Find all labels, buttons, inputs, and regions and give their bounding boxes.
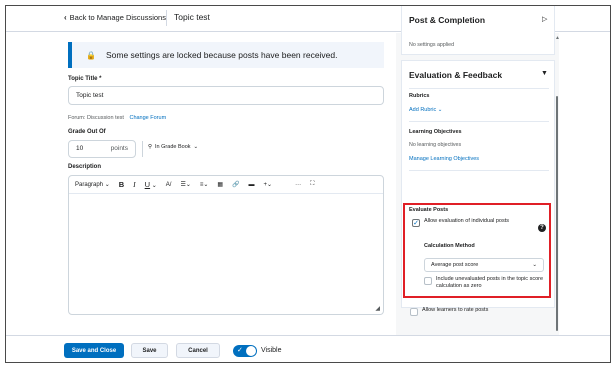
learning-objectives-label: Learning Objectives xyxy=(409,129,462,135)
back-link[interactable]: ‹ Back to Manage Discussions xyxy=(64,13,166,22)
evaluate-posts-label: Evaluate Posts xyxy=(409,207,449,213)
align-icon[interactable]: ☰⌄ xyxy=(180,181,190,188)
lock-icon: 🔒 xyxy=(86,50,96,60)
more-options-button[interactable]: ··· xyxy=(295,182,301,188)
calculation-method-value: Average post score xyxy=(431,262,479,268)
back-link-label: Back to Manage Discussions xyxy=(69,13,166,22)
grade-out-of-label: Grade Out Of xyxy=(68,129,106,135)
allow-eval-checkbox[interactable]: ✓ xyxy=(412,219,420,227)
text-color-icon[interactable]: A/ xyxy=(166,182,172,188)
allow-rate-checkbox[interactable] xyxy=(410,308,418,316)
grade-divider xyxy=(142,141,143,157)
lock-message: Some settings are locked because posts h… xyxy=(105,50,338,60)
check-icon: ✓ xyxy=(237,347,243,354)
chevron-down-icon: ⌄ xyxy=(532,262,537,268)
save-and-close-button[interactable]: Save and Close xyxy=(64,343,124,358)
calculation-method-select[interactable]: Average post score ⌄ xyxy=(424,258,544,272)
allow-rate-label: Allow learners to rate posts xyxy=(422,307,489,313)
description-editor[interactable]: Paragraph ⌄ B I U ⌄ A/ ☰⌄ ≡⌄ ▦ 🔗 ▬ +⌄ ··… xyxy=(68,175,384,315)
post-completion-title[interactable]: Post & Completion xyxy=(409,15,485,25)
grade-value: 10 xyxy=(76,145,84,152)
grade-book-label: In Grade Book xyxy=(155,144,191,150)
app-frame: ‹ Back to Manage Discussions Topic test … xyxy=(5,5,611,363)
chevron-left-icon: ‹ xyxy=(64,13,67,22)
cancel-button[interactable]: Cancel xyxy=(176,343,220,358)
grade-book-icon: ⚲ xyxy=(148,144,153,150)
grade-input[interactable]: 10 points xyxy=(68,140,136,158)
visible-label: Visible xyxy=(261,347,282,354)
divider xyxy=(409,121,549,122)
main-form: 🔒 Some settings are locked because posts… xyxy=(6,33,396,335)
help-icon[interactable]: ? xyxy=(538,224,546,232)
image-icon[interactable]: ▬ xyxy=(249,182,255,188)
visible-toggle[interactable]: ✓ xyxy=(233,345,257,357)
lock-alert: 🔒 Some settings are locked because posts… xyxy=(68,42,384,68)
rubrics-label: Rubrics xyxy=(409,93,430,99)
underline-button[interactable]: U ⌄ xyxy=(145,180,157,189)
chevron-down-icon: ⌄ xyxy=(193,144,199,150)
include-unevaluated-checkbox[interactable] xyxy=(424,277,432,285)
change-forum-link[interactable]: Change Forum xyxy=(129,115,166,121)
save-button[interactable]: Save xyxy=(131,343,168,358)
insert-more-icon[interactable]: +⌄ xyxy=(264,181,273,188)
forum-text: Forum: Discussion test xyxy=(68,115,124,121)
bold-button[interactable]: B xyxy=(119,180,124,189)
description-label: Description xyxy=(68,164,102,170)
manage-objectives-link[interactable]: Manage Learning Objectives xyxy=(409,156,479,162)
post-completion-status: No settings applied xyxy=(409,42,455,48)
toggle-knob xyxy=(246,346,256,356)
no-objectives-text: No learning objectives xyxy=(409,142,462,148)
allow-eval-label: Allow evaluation of individual posts xyxy=(424,218,509,224)
list-icon[interactable]: ≡⌄ xyxy=(200,181,209,188)
italic-button[interactable]: I xyxy=(133,180,136,189)
forum-line: Forum: Discussion test Change Forum xyxy=(68,115,166,121)
fullscreen-icon[interactable]: ⛶ xyxy=(310,181,314,188)
divider xyxy=(409,170,549,171)
page-title: Topic test xyxy=(174,12,210,22)
expand-icon[interactable]: ▷ xyxy=(542,15,547,23)
calculation-method-label: Calculation Method xyxy=(424,243,475,249)
breadcrumb-divider xyxy=(166,10,167,26)
scroll-up-icon[interactable]: ▲ xyxy=(555,35,560,41)
collapse-icon[interactable]: ▼ xyxy=(541,70,548,77)
add-rubric-link[interactable]: Add Rubric ⌄ xyxy=(409,107,442,113)
resize-handle-icon[interactable]: ◢ xyxy=(375,305,380,312)
topic-title-label: Topic Title * xyxy=(68,76,102,82)
evaluation-feedback-title[interactable]: Evaluation & Feedback xyxy=(409,70,502,80)
insert-stuff-icon[interactable]: ▦ xyxy=(217,181,223,188)
grade-book-button[interactable]: ⚲ In Grade Book ⌄ xyxy=(148,144,198,150)
link-icon[interactable]: 🔗 xyxy=(232,181,239,188)
paragraph-dropdown[interactable]: Paragraph ⌄ xyxy=(75,181,110,188)
scrollbar-thumb[interactable] xyxy=(556,96,558,331)
divider xyxy=(409,88,549,89)
topic-title-input[interactable]: Topic test xyxy=(68,86,384,105)
include-unevaluated-label: Include unevaluated posts in the topic s… xyxy=(436,276,544,289)
points-label: points xyxy=(110,145,128,152)
editor-toolbar: Paragraph ⌄ B I U ⌄ A/ ☰⌄ ≡⌄ ▦ 🔗 ▬ +⌄ ··… xyxy=(69,176,383,194)
